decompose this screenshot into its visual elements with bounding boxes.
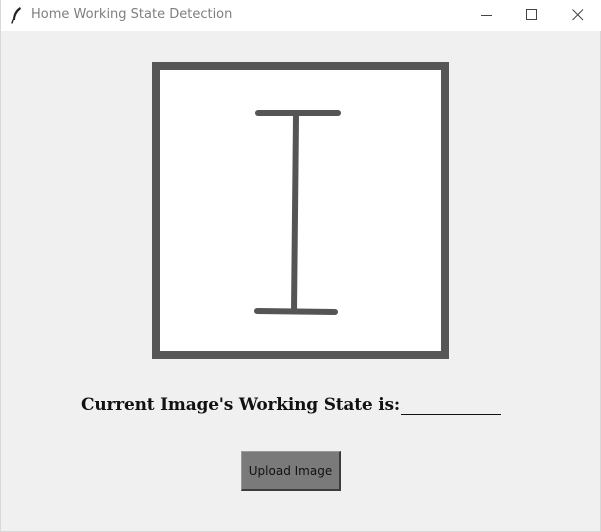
title-bar[interactable]: Home Working State Detection xyxy=(1,0,601,31)
working-state-label: Current Image's Working State is: xyxy=(81,395,400,415)
window-title: Home Working State Detection xyxy=(31,7,233,22)
minimize-icon xyxy=(481,15,492,16)
close-button[interactable] xyxy=(555,0,601,31)
working-state-value xyxy=(401,395,501,415)
image-preview xyxy=(152,62,449,359)
minimize-button[interactable] xyxy=(464,0,510,31)
I-beam-cursor-icon xyxy=(254,110,341,315)
app-window: Home Working State Detection Current Ima… xyxy=(0,0,601,532)
close-icon xyxy=(572,9,584,21)
feather-icon xyxy=(9,6,25,24)
upload-image-button[interactable]: Upload Image xyxy=(241,451,341,491)
maximize-button[interactable] xyxy=(509,0,555,31)
maximize-icon xyxy=(526,9,537,20)
